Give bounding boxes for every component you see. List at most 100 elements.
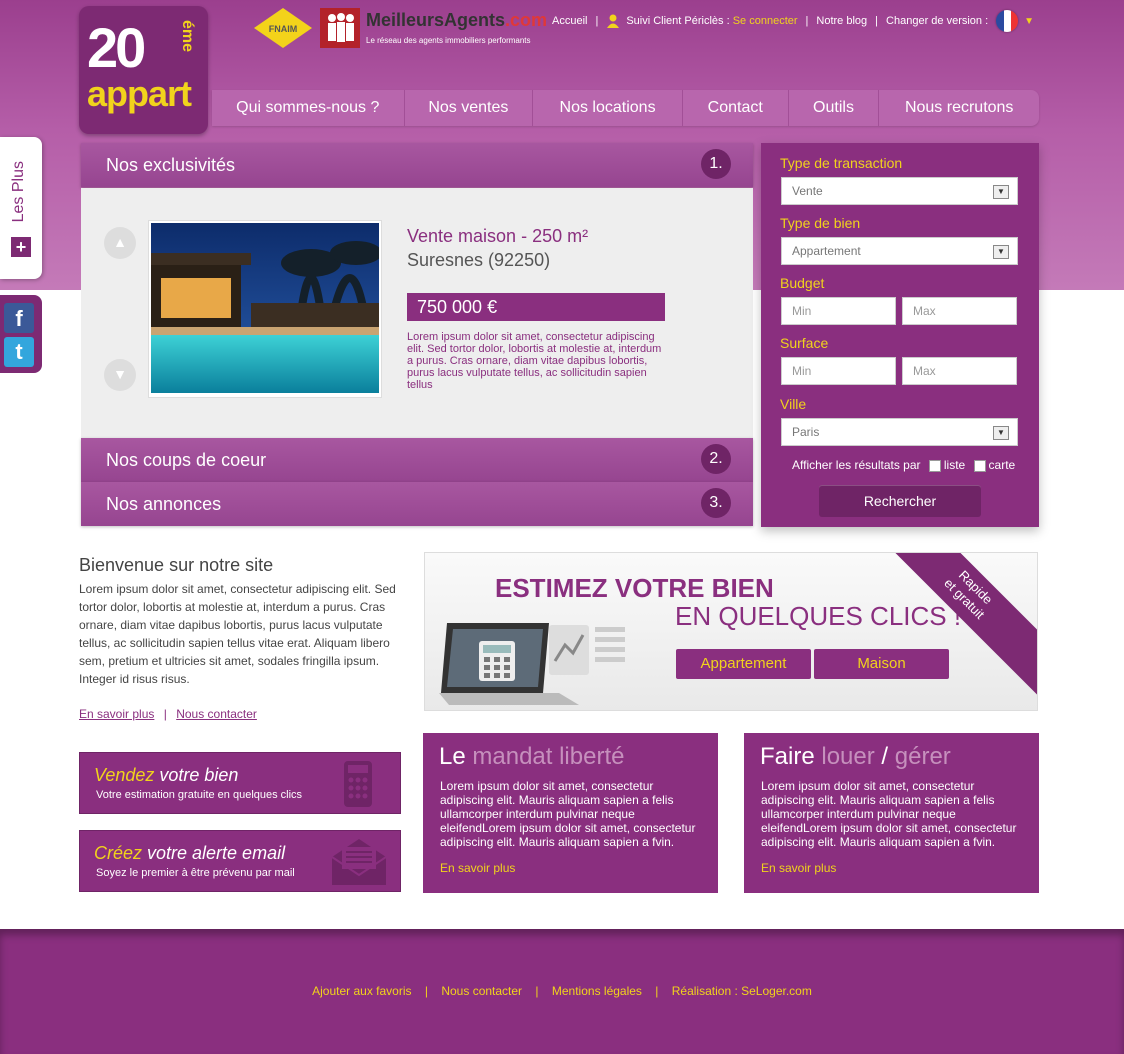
search-panel: Type de transaction Vente ▼ Type de bien … bbox=[761, 143, 1039, 527]
chevron-down-icon: ▼ bbox=[993, 426, 1009, 440]
meilleursagents-logo[interactable]: MeilleursAgents.com Le réseau des agents… bbox=[320, 8, 547, 48]
footer-realisation-link[interactable]: Réalisation : SeLoger.com bbox=[672, 984, 812, 998]
card-en-savoir-plus-link[interactable]: En savoir plus bbox=[440, 861, 515, 875]
footer-separator: | bbox=[535, 984, 539, 998]
alerte-subtitle: Soyez le premier à être prévenu par mail bbox=[96, 867, 295, 879]
topnav-accueil[interactable]: Accueil bbox=[552, 15, 587, 27]
footer-separator: | bbox=[655, 984, 659, 998]
ville-select[interactable]: Paris ▼ bbox=[781, 418, 1018, 446]
nav-nos-ventes[interactable]: Nos ventes bbox=[405, 90, 534, 126]
chevron-down-icon: ▼ bbox=[993, 185, 1009, 199]
surface-max-input[interactable]: Max bbox=[902, 357, 1017, 385]
logo-number: 20 bbox=[87, 16, 146, 79]
card-text: Lorem ipsum dolor sit amet, consectetur … bbox=[440, 779, 696, 849]
footer-mentions-link[interactable]: Mentions légales bbox=[552, 984, 642, 998]
les-plus-panel[interactable]: Les Plus + bbox=[0, 137, 42, 279]
topnav-separator: | bbox=[875, 15, 879, 27]
chevron-down-icon[interactable]: ▼ bbox=[1024, 16, 1034, 27]
estimate-subheadline: EN QUELQUES CLICS ! bbox=[675, 601, 962, 631]
search-button[interactable]: Rechercher bbox=[819, 485, 981, 517]
chevron-down-icon: ▼ bbox=[993, 245, 1009, 259]
calculator-icon bbox=[344, 761, 372, 807]
arrow-down-icon[interactable]: ▼ bbox=[104, 359, 136, 391]
transaction-label: Type de transaction bbox=[780, 155, 903, 171]
budget-label: Budget bbox=[780, 275, 825, 291]
topnav-separator: | bbox=[805, 15, 809, 27]
arrow-up-icon[interactable]: ▲ bbox=[104, 227, 136, 259]
france-flag-icon[interactable] bbox=[996, 10, 1019, 32]
accordion-title: Nos annonces bbox=[106, 494, 222, 514]
footer: Ajouter aux favoris | Nous contacter | M… bbox=[0, 929, 1124, 1054]
listing-city: Suresnes (92250) bbox=[407, 250, 551, 270]
meilleursagents-subtitle: Le réseau des agents immobiliers perform… bbox=[366, 36, 531, 45]
welcome-title: Bienvenue sur notre site bbox=[79, 555, 274, 575]
alerte-email-button[interactable]: Créez votre alerte email Soyez le premie… bbox=[79, 830, 401, 892]
card-heading: Le mandat liberté bbox=[439, 743, 625, 770]
surface-min-input[interactable]: Min bbox=[781, 357, 896, 385]
en-savoir-plus-link[interactable]: En savoir plus bbox=[79, 707, 154, 721]
topnav-blog[interactable]: Notre blog bbox=[816, 15, 867, 27]
logo-suffix: éme bbox=[179, 20, 196, 53]
plus-icon[interactable]: + bbox=[11, 237, 31, 257]
transaction-select[interactable]: Vente ▼ bbox=[781, 177, 1018, 205]
site-logo[interactable]: 20 éme appart bbox=[79, 6, 208, 134]
vendez-button[interactable]: Vendez votre bien Votre estimation gratu… bbox=[79, 752, 401, 814]
nav-nos-locations[interactable]: Nos locations bbox=[533, 90, 683, 126]
faire-louer-card: Faire louer / gérer Lorem ipsum dolor si… bbox=[744, 733, 1039, 893]
liste-checkbox[interactable] bbox=[928, 459, 941, 472]
nous-contacter-link[interactable]: Nous contacter bbox=[176, 707, 257, 721]
tab-nos-annonces[interactable]: Nos annonces 3. bbox=[81, 482, 753, 526]
main-navigation: Qui sommes-nous ? Nos ventes Nos locatio… bbox=[212, 90, 1039, 126]
display-options: Afficher les résultats par liste carte bbox=[792, 458, 1015, 472]
tab-nos-coups-de-coeur[interactable]: Nos coups de coeur 2. bbox=[81, 438, 753, 482]
nav-outils[interactable]: Outils bbox=[789, 90, 880, 126]
vendez-subtitle: Votre estimation gratuite en quelques cl… bbox=[96, 789, 303, 801]
appartement-button[interactable]: Appartement bbox=[676, 649, 811, 679]
carte-checkbox[interactable] bbox=[973, 459, 986, 472]
card-heading: Faire louer / gérer bbox=[760, 743, 951, 770]
envelope-icon bbox=[331, 839, 387, 885]
topnav-connect-link[interactable]: Se connecter bbox=[733, 15, 798, 27]
social-links: f t bbox=[0, 295, 42, 373]
topnav-separator: | bbox=[595, 15, 599, 27]
topnav-version[interactable]: Changer de version : bbox=[886, 15, 988, 27]
listing-photo[interactable] bbox=[148, 220, 382, 398]
accordion-title: Nos coups de coeur bbox=[106, 450, 267, 470]
budget-max-input[interactable]: Max bbox=[902, 297, 1017, 325]
listing-price: 750 000 € bbox=[407, 293, 665, 321]
surface-label: Surface bbox=[780, 335, 829, 351]
mandat-liberte-card: Le mandat liberté Lorem ipsum dolor sit … bbox=[423, 733, 718, 893]
fnaim-text: FNAIM bbox=[269, 24, 298, 34]
vendez-title: Vendez votre bien bbox=[94, 765, 239, 785]
accordion-number: 1. bbox=[701, 149, 731, 179]
maison-button[interactable]: Maison bbox=[814, 649, 949, 679]
meilleursagents-icon bbox=[320, 8, 360, 48]
liste-label: liste bbox=[943, 458, 966, 472]
les-plus-label: Les Plus bbox=[10, 161, 27, 223]
bien-select[interactable]: Appartement ▼ bbox=[781, 237, 1018, 265]
carte-label: carte bbox=[988, 458, 1016, 472]
footer-favoris-link[interactable]: Ajouter aux favoris bbox=[312, 984, 411, 998]
user-icon bbox=[607, 14, 620, 28]
footer-contact-link[interactable]: Nous contacter bbox=[441, 984, 522, 998]
alerte-title: Créez votre alerte email bbox=[94, 843, 286, 863]
card-text: Lorem ipsum dolor sit amet, consectetur … bbox=[761, 779, 1017, 849]
estimate-banner: ESTIMEZ VOTRE BIEN EN QUELQUES CLICS ! A… bbox=[424, 552, 1038, 711]
listing-description: Lorem ipsum dolor sit amet, consectetur … bbox=[407, 331, 662, 391]
afficher-label: Afficher les résultats par bbox=[792, 458, 921, 472]
tab-nos-exclusivites[interactable]: Nos exclusivités 1. bbox=[81, 143, 753, 187]
fnaim-logo[interactable]: FNAIM bbox=[254, 8, 312, 48]
nav-qui-sommes-nous[interactable]: Qui sommes-nous ? bbox=[212, 90, 405, 126]
nav-nous-recrutons[interactable]: Nous recrutons bbox=[879, 90, 1039, 126]
link-separator: | bbox=[163, 707, 167, 721]
facebook-icon[interactable]: f bbox=[4, 303, 34, 333]
footer-separator: | bbox=[424, 984, 428, 998]
accordion-title: Nos exclusivités bbox=[106, 155, 236, 175]
estimate-headline: ESTIMEZ VOTRE BIEN bbox=[495, 573, 774, 603]
budget-min-input[interactable]: Min bbox=[781, 297, 896, 325]
twitter-icon[interactable]: t bbox=[4, 337, 34, 367]
accordion-number: 2. bbox=[701, 444, 731, 474]
listing-title[interactable]: Vente maison - 250 m² bbox=[407, 226, 588, 247]
nav-contact[interactable]: Contact bbox=[683, 90, 789, 126]
card-en-savoir-plus-link[interactable]: En savoir plus bbox=[761, 861, 836, 875]
